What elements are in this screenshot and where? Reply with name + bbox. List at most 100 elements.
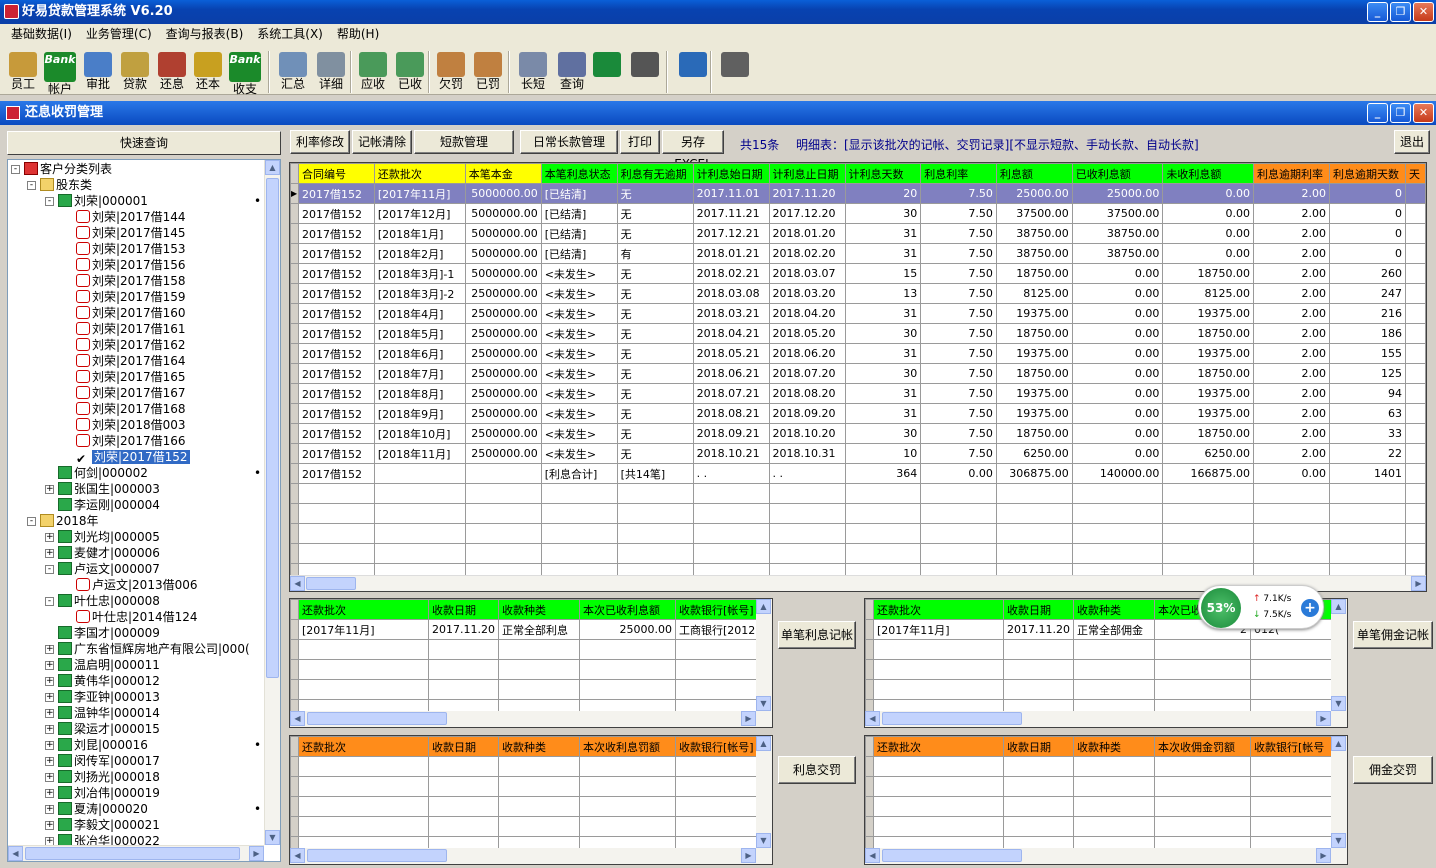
- tree-expander-icon[interactable]: +: [45, 677, 54, 686]
- interest-penalty-grid-column-header[interactable]: 本次收利息罚额: [579, 736, 676, 757]
- tree-scroll-down-button[interactable]: ▼: [265, 830, 280, 845]
- main-grid-hscroll-thumb[interactable]: [306, 577, 356, 590]
- commission-penalty-grid-column-header[interactable]: 收款银行[帐号: [1250, 736, 1341, 757]
- table-row[interactable]: 2017借152 [2018年9月] 2500000.00 <未发生> 无 2018.08…: [290, 403, 1426, 424]
- commission-record-grid-scroll-up-button[interactable]: ▲: [1331, 599, 1346, 614]
- tree-node[interactable]: + 梁运才|000015: [45, 721, 160, 737]
- subtoolbar-button-2[interactable]: 短款管理: [414, 130, 514, 154]
- commission-record-grid-scroll-left-button[interactable]: ◀: [865, 711, 880, 726]
- tree-expander-icon[interactable]: -: [27, 517, 36, 526]
- tree-node[interactable]: - 叶仕忠|000008: [45, 593, 160, 609]
- tree-expander-icon[interactable]: +: [45, 533, 54, 542]
- commission-penalty-grid-column-header[interactable]: 还款批次: [873, 736, 1004, 757]
- table-row[interactable]: 2017借152 [2018年4月] 2500000.00 <未发生> 无 2018.03…: [290, 303, 1426, 324]
- interest-penalty-grid-scroll-left-button[interactable]: ◀: [290, 848, 305, 863]
- close-button[interactable]: ✕: [1413, 2, 1434, 22]
- tree-node[interactable]: - 客户分类列表: [11, 161, 112, 177]
- tree-node[interactable]: 何剑|000002 •: [58, 465, 261, 481]
- tree-expander-icon[interactable]: +: [45, 645, 54, 654]
- tree-node[interactable]: 李运刚|000004: [58, 497, 160, 513]
- commission-record-grid-scroll-right-button[interactable]: ▶: [1316, 711, 1331, 726]
- toolbar-button-0[interactable]: 员工: [6, 50, 40, 93]
- table-row[interactable]: 2017借152 [2018年7月] 2500000.00 <未发生> 无 2018.06…: [290, 363, 1426, 384]
- network-speed-widget[interactable]: 53% ↑ 7.1K/s ↓ 7.5K/s +: [1198, 585, 1324, 629]
- child-close-button[interactable]: ✕: [1413, 103, 1434, 123]
- tree-node[interactable]: 刘荣|2017借162: [76, 337, 186, 353]
- commission-penalty-grid-scroll-left-button[interactable]: ◀: [865, 848, 880, 863]
- table-row[interactable]: [2017年11月] 2017.11.20 正常全部利息 25000.00 工商银行[2…: [290, 619, 766, 640]
- tree-expander-icon[interactable]: +: [45, 661, 54, 670]
- tree-expander-icon[interactable]: -: [11, 165, 20, 174]
- tree-node[interactable]: 刘荣|2017借165: [76, 369, 186, 385]
- toolbar-button-7[interactable]: 汇总: [276, 50, 310, 93]
- tree-expander-icon[interactable]: -: [45, 197, 54, 206]
- tree-node[interactable]: 刘荣|2017借161: [76, 321, 186, 337]
- tree-node[interactable]: - 刘荣|000001 •: [45, 193, 261, 209]
- commission-record-grid-horizontal-scrollbar[interactable]: ◀ ▶: [865, 711, 1347, 727]
- quick-query-button[interactable]: 快速查询: [7, 131, 281, 155]
- subtoolbar-button-1[interactable]: 记帐清除: [352, 130, 412, 154]
- tree-node[interactable]: + 刘光均|000005: [45, 529, 160, 545]
- tree-node[interactable]: ✔ 刘荣|2017借152: [76, 449, 190, 466]
- interest-penalty-grid-column-header[interactable]: 收款日期: [428, 736, 499, 757]
- commission-penalty-grid-column-header[interactable]: 本次收佣金罚额: [1154, 736, 1251, 757]
- interest-record-grid-column-header[interactable]: 还款批次: [298, 599, 429, 620]
- tree-node[interactable]: - 2018年: [27, 513, 99, 529]
- menu-item-2[interactable]: 查询与报表(B): [159, 24, 251, 45]
- interest-record-grid-column-header[interactable]: 收款银行[帐号]: [675, 599, 766, 620]
- tree-node[interactable]: 刘荣|2017借168: [76, 401, 186, 417]
- tree-hscroll-thumb[interactable]: [25, 847, 240, 860]
- toolbar-button-4[interactable]: 还息: [155, 50, 189, 93]
- tree-expander-icon[interactable]: +: [45, 709, 54, 718]
- tree-expander-icon[interactable]: +: [45, 757, 54, 766]
- interest-penalty-grid-column-header[interactable]: 收款种类: [498, 736, 580, 757]
- commission-record-grid-vertical-scrollbar[interactable]: ▲ ▼: [1331, 599, 1347, 711]
- commission-record-grid-column-header[interactable]: 收款日期: [1003, 599, 1074, 620]
- interest-penalty-grid-scroll-right-button[interactable]: ▶: [741, 848, 756, 863]
- commission-record-grid-scroll-down-button[interactable]: ▼: [1331, 696, 1346, 711]
- table-row[interactable]: 2017借152 [2018年10月] 2500000.00 <未发生> 无 2018.0…: [290, 423, 1426, 444]
- toolbar-button-14[interactable]: 查询: [555, 50, 589, 93]
- table-row[interactable]: 2017借152 [2017年12月] 5000000.00 [已结清] 无 2017.1…: [290, 203, 1426, 224]
- single-interest-record-button[interactable]: 单笔利息记帐: [778, 621, 856, 649]
- toolbar-button-10[interactable]: 已收: [393, 50, 427, 93]
- tree-node[interactable]: 刘荣|2018借003: [76, 417, 186, 433]
- interest-record-grid-vertical-scrollbar[interactable]: ▲ ▼: [756, 599, 772, 711]
- subtoolbar-button-0[interactable]: 利率修改: [290, 130, 350, 154]
- main-grid-column-header[interactable]: 还款批次: [373, 163, 466, 184]
- interest-record-grid-column-header[interactable]: 收款日期: [428, 599, 499, 620]
- main-grid-column-header[interactable]: 已收利息额: [1071, 163, 1164, 184]
- interest-penalty-grid-vertical-scrollbar[interactable]: ▲ ▼: [756, 736, 772, 848]
- toolbar-button-8[interactable]: 详细: [314, 50, 348, 93]
- tree-node[interactable]: 刘荣|2017借164: [76, 353, 186, 369]
- toolbar-button-11[interactable]: 欠罚: [434, 50, 468, 93]
- main-grid-column-header[interactable]: 计利息天数: [844, 163, 922, 184]
- tree-node[interactable]: + 张国生|000003: [45, 481, 160, 497]
- widget-plus-icon[interactable]: +: [1301, 599, 1319, 617]
- commission-penalty-grid-vertical-scrollbar[interactable]: ▲ ▼: [1331, 736, 1347, 848]
- interest-penalty-grid-scroll-up-button[interactable]: ▲: [756, 736, 771, 751]
- interest-record-grid-scroll-right-button[interactable]: ▶: [741, 711, 756, 726]
- interest-penalty-button[interactable]: 利息交罚: [778, 756, 856, 784]
- interest-penalty-grid-scroll-down-button[interactable]: ▼: [756, 833, 771, 848]
- tree-node[interactable]: + 黄伟华|000012: [45, 673, 160, 689]
- tree-node[interactable]: 刘荣|2017借160: [76, 305, 186, 321]
- table-row[interactable]: 2017借152 [2018年5月] 2500000.00 <未发生> 无 2018.04…: [290, 323, 1426, 344]
- menu-item-0[interactable]: 基础数据(I): [4, 24, 79, 45]
- interest-penalty-grid-horizontal-scrollbar[interactable]: ◀ ▶: [290, 848, 772, 864]
- main-grid-scroll-left-button[interactable]: ◀: [290, 576, 305, 591]
- tree-node[interactable]: + 广东省恒辉房地产有限公司|000(: [45, 641, 250, 657]
- interest-record-grid-scroll-down-button[interactable]: ▼: [756, 696, 771, 711]
- tree-node[interactable]: + 刘冶伟|000019: [45, 785, 160, 801]
- commission-penalty-grid-scroll-down-button[interactable]: ▼: [1331, 833, 1346, 848]
- commission-penalty-grid-column-header[interactable]: 收款种类: [1073, 736, 1155, 757]
- interest-record-grid-scroll-left-button[interactable]: ◀: [290, 711, 305, 726]
- tree-node[interactable]: + 麦健才|000006: [45, 545, 160, 561]
- tree-node[interactable]: 刘荣|2017借145: [76, 225, 186, 241]
- interest-penalty-grid-hscroll-thumb[interactable]: [307, 849, 447, 862]
- tree-node[interactable]: + 刘扬光|000018: [45, 769, 160, 785]
- toolbar-button-16[interactable]: [628, 50, 662, 93]
- interest-record-grid-column-header[interactable]: 本次已收利息额: [579, 599, 676, 620]
- tree-node[interactable]: + 温钟华|000014: [45, 705, 160, 721]
- table-row[interactable]: 2017借152 [2018年11月] 2500000.00 <未发生> 无 2018.1…: [290, 443, 1426, 464]
